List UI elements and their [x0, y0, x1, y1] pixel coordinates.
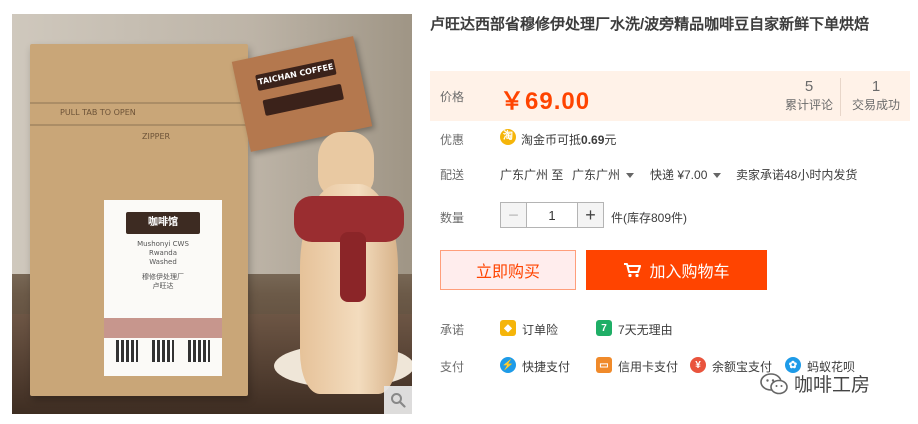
promo-amount: 0.69 [581, 133, 605, 147]
stat-divider [840, 78, 841, 116]
reviews-count: 5 [804, 78, 814, 95]
guarantee-return[interactable]: 7天无理由 [618, 321, 673, 338]
qr-code-3 [188, 340, 210, 362]
stock-text: 件(库存809件) [611, 211, 688, 225]
zoom-button[interactable] [384, 386, 412, 414]
sales-label: 交易成功 [851, 98, 900, 112]
promo-suffix: 元 [604, 133, 617, 147]
product-title: 卢旺达西部省穆修伊处理厂水洗/波旁精品咖啡豆自家新鲜下单烘焙 [430, 16, 870, 33]
bag-label-bar [104, 318, 222, 338]
bag-tear-text: PULL TAB TO OPEN [60, 108, 136, 117]
coffee-bag: PULL TAB TO OPEN ZIPPER 咖啡馆 Mushonyi CWS… [30, 44, 248, 396]
wooden-bear-figure [294, 132, 404, 394]
price-label: 价格 [440, 90, 465, 104]
bag-origin-5: 卢旺达 [152, 282, 174, 290]
pay-quick: 快捷支付 [522, 360, 571, 374]
promo-text: 淘金币可抵0.69元 [521, 131, 616, 148]
wechat-watermark: 咖啡工房 [760, 370, 870, 397]
reviews-label: 累计评论 [784, 98, 833, 112]
wechat-icon [760, 372, 788, 394]
card-chinese-name [262, 83, 345, 117]
quantity-input[interactable] [527, 203, 577, 227]
watermark-text: 咖啡工房 [794, 375, 871, 396]
pay-credit: 信用卡支付 [618, 360, 679, 374]
qr-code-2 [152, 340, 174, 362]
quantity-label: 数量 [440, 211, 465, 225]
guarantee-label: 承诺 [440, 323, 465, 337]
quantity-decrease-button[interactable]: − [501, 203, 527, 227]
promo-label: 优惠 [440, 133, 465, 147]
yuebao-icon: ¥ [690, 357, 706, 373]
bag-zipper-text: ZIPPER [142, 132, 171, 141]
guarantee-insurance[interactable]: 订单险 [522, 321, 558, 338]
quick-pay-icon: ⚡ [500, 357, 516, 373]
shipping-from: 广东广州 至 [500, 168, 564, 182]
buy-now-button[interactable]: 立即购买 [440, 250, 576, 290]
shipping-method-select[interactable]: 快递 ¥7.00 [650, 166, 722, 183]
bag-origin-2: Rwanda [148, 249, 178, 257]
add-to-cart-label: 加入购物车 [649, 264, 730, 281]
shipping-promise: 卖家承诺48小时内发货 [736, 168, 858, 182]
chevron-down-icon [713, 173, 722, 179]
shield-icon: ◆ [500, 320, 516, 336]
bag-origin-3: Washed [149, 258, 177, 266]
sales-count: 1 [871, 78, 881, 95]
shipping-label: 配送 [440, 168, 465, 182]
add-to-cart-button[interactable]: 加入购物车 [586, 250, 767, 290]
quantity-stepper[interactable]: − + [500, 202, 604, 228]
product-main-image[interactable]: PULL TAB TO OPEN ZIPPER 咖啡馆 Mushonyi CWS… [12, 14, 412, 414]
cart-icon [624, 263, 642, 278]
magnifier-icon [391, 393, 406, 408]
shipping-method: 快递 ¥7.00 [650, 168, 708, 182]
taobao-coin-icon: 淘 [500, 129, 516, 145]
reviews-stat[interactable]: 5 累计评论 [780, 78, 838, 114]
credit-card-icon: ▭ [596, 357, 612, 373]
price-value: ￥69.00 [500, 88, 591, 115]
shipping-to: 广东广州 [572, 168, 621, 182]
sales-stat: 1 交易成功 [846, 78, 906, 114]
promo-prefix: 淘金币可抵 [521, 133, 582, 147]
quantity-increase-button[interactable]: + [577, 203, 603, 227]
bag-origin-4: 穆修伊处理厂 [142, 273, 184, 281]
qr-code-1 [116, 340, 138, 362]
chevron-down-icon [626, 173, 635, 179]
bag-logo: 咖啡馆 [126, 212, 200, 234]
bag-origin-1: Mushonyi CWS [137, 240, 189, 248]
shipping-to-select[interactable]: 广东广州 [572, 166, 635, 183]
seven-days-icon: 7 [596, 320, 612, 336]
bag-label: 咖啡馆 Mushonyi CWS Rwanda Washed 穆修伊处理厂 卢旺… [104, 200, 222, 376]
payment-label: 支付 [440, 360, 465, 374]
